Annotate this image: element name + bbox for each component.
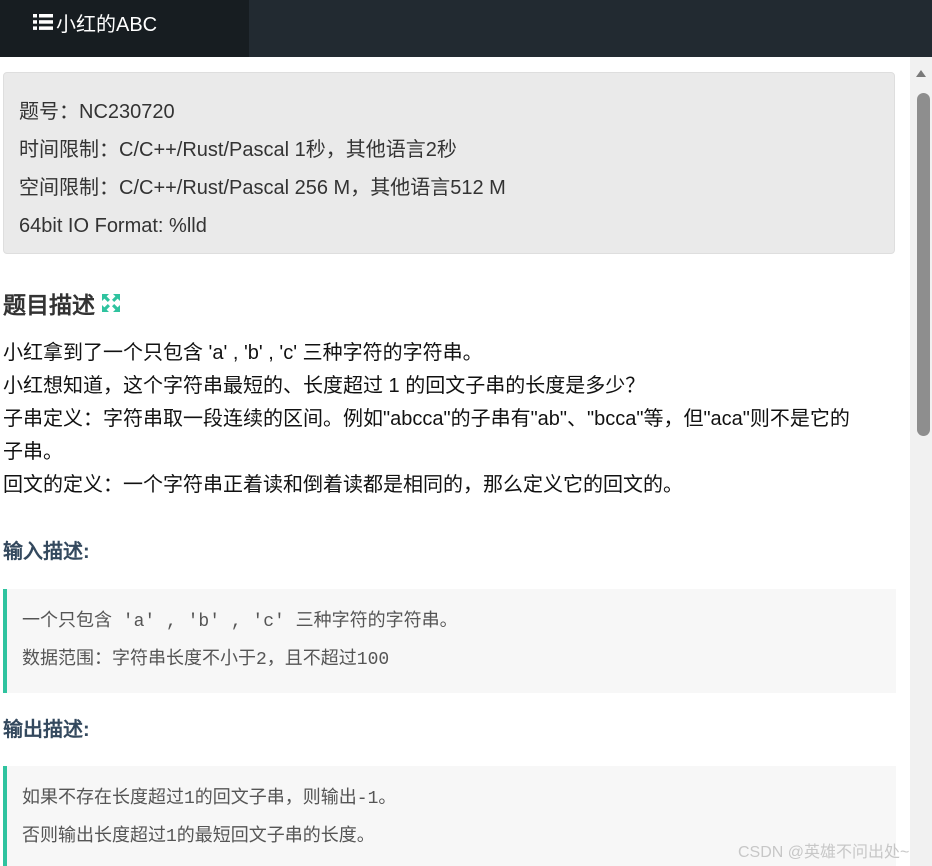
input-line-1: 一个只包含 'a' , 'b' , 'c' 三种字符的字符串。 — [22, 612, 458, 632]
list-icon — [33, 14, 53, 30]
problem-tab-inner[interactable]: 小红的ABC — [32, 9, 158, 36]
description-body: 小红拿到了一个只包含 'a' , 'b' , 'c' 三种字符的字符串。 小红想… — [3, 337, 903, 502]
description-line-4: 子串。 — [3, 441, 63, 463]
description-title: 题目描述 — [3, 292, 95, 318]
output-line-1: 如果不存在长度超过1的回文子串，则输出-1。 — [22, 789, 397, 809]
description-title-row: 题目描述 — [3, 285, 121, 321]
problem-tab-title: 小红的ABC — [56, 13, 158, 36]
top-navbar: 小红的ABC — [0, 0, 932, 57]
input-title: 输入描述: — [3, 541, 90, 563]
time-limit: 时间限制：C/C++/Rust/Pascal 1秒，其他语言2秒 — [19, 139, 457, 161]
space-limit: 空间限制：C/C++/Rust/Pascal 256 M，其他语言512 M — [19, 177, 506, 199]
description-line-1: 小红拿到了一个只包含 'a' , 'b' , 'c' 三种字符的字符串。 — [3, 342, 483, 364]
scrollbar-thumb[interactable] — [917, 93, 930, 436]
problem-id: 题号：NC230720 — [19, 101, 175, 123]
watermark: CSDN @英雄不问出处~ — [738, 844, 910, 861]
description-line-2: 小红想知道，这个字符串最短的、长度超过 1 的回文子串的长度是多少？ — [3, 375, 646, 397]
description-line-5: 回文的定义：一个字符串正着读和倒着读都是相同的，那么定义它的回文的。 — [3, 474, 683, 496]
problem-info-box: 题号：NC230720 时间限制：C/C++/Rust/Pascal 1秒，其他… — [3, 72, 895, 254]
scroll-up-arrow-icon[interactable] — [916, 70, 926, 77]
expand-icon[interactable] — [101, 293, 121, 313]
output-title: 输出描述: — [3, 719, 90, 741]
description-line-3: 子串定义：字符串取一段连续的区间。例如"abcca"的子串有"ab"、"bcca… — [3, 408, 850, 430]
input-line-2: 数据范围：字符串长度不小于2，且不超过100 — [22, 650, 390, 670]
input-description-box: 一个只包含 'a' , 'b' , 'c' 三种字符的字符串。 数据范围：字符串… — [3, 589, 896, 693]
io-format: 64bit IO Format: %lld — [19, 215, 207, 237]
problem-tab[interactable]: 小红的ABC — [0, 0, 249, 57]
problem-content: 题号：NC230720 时间限制：C/C++/Rust/Pascal 1秒，其他… — [0, 57, 910, 866]
vertical-scrollbar[interactable] — [910, 57, 932, 866]
